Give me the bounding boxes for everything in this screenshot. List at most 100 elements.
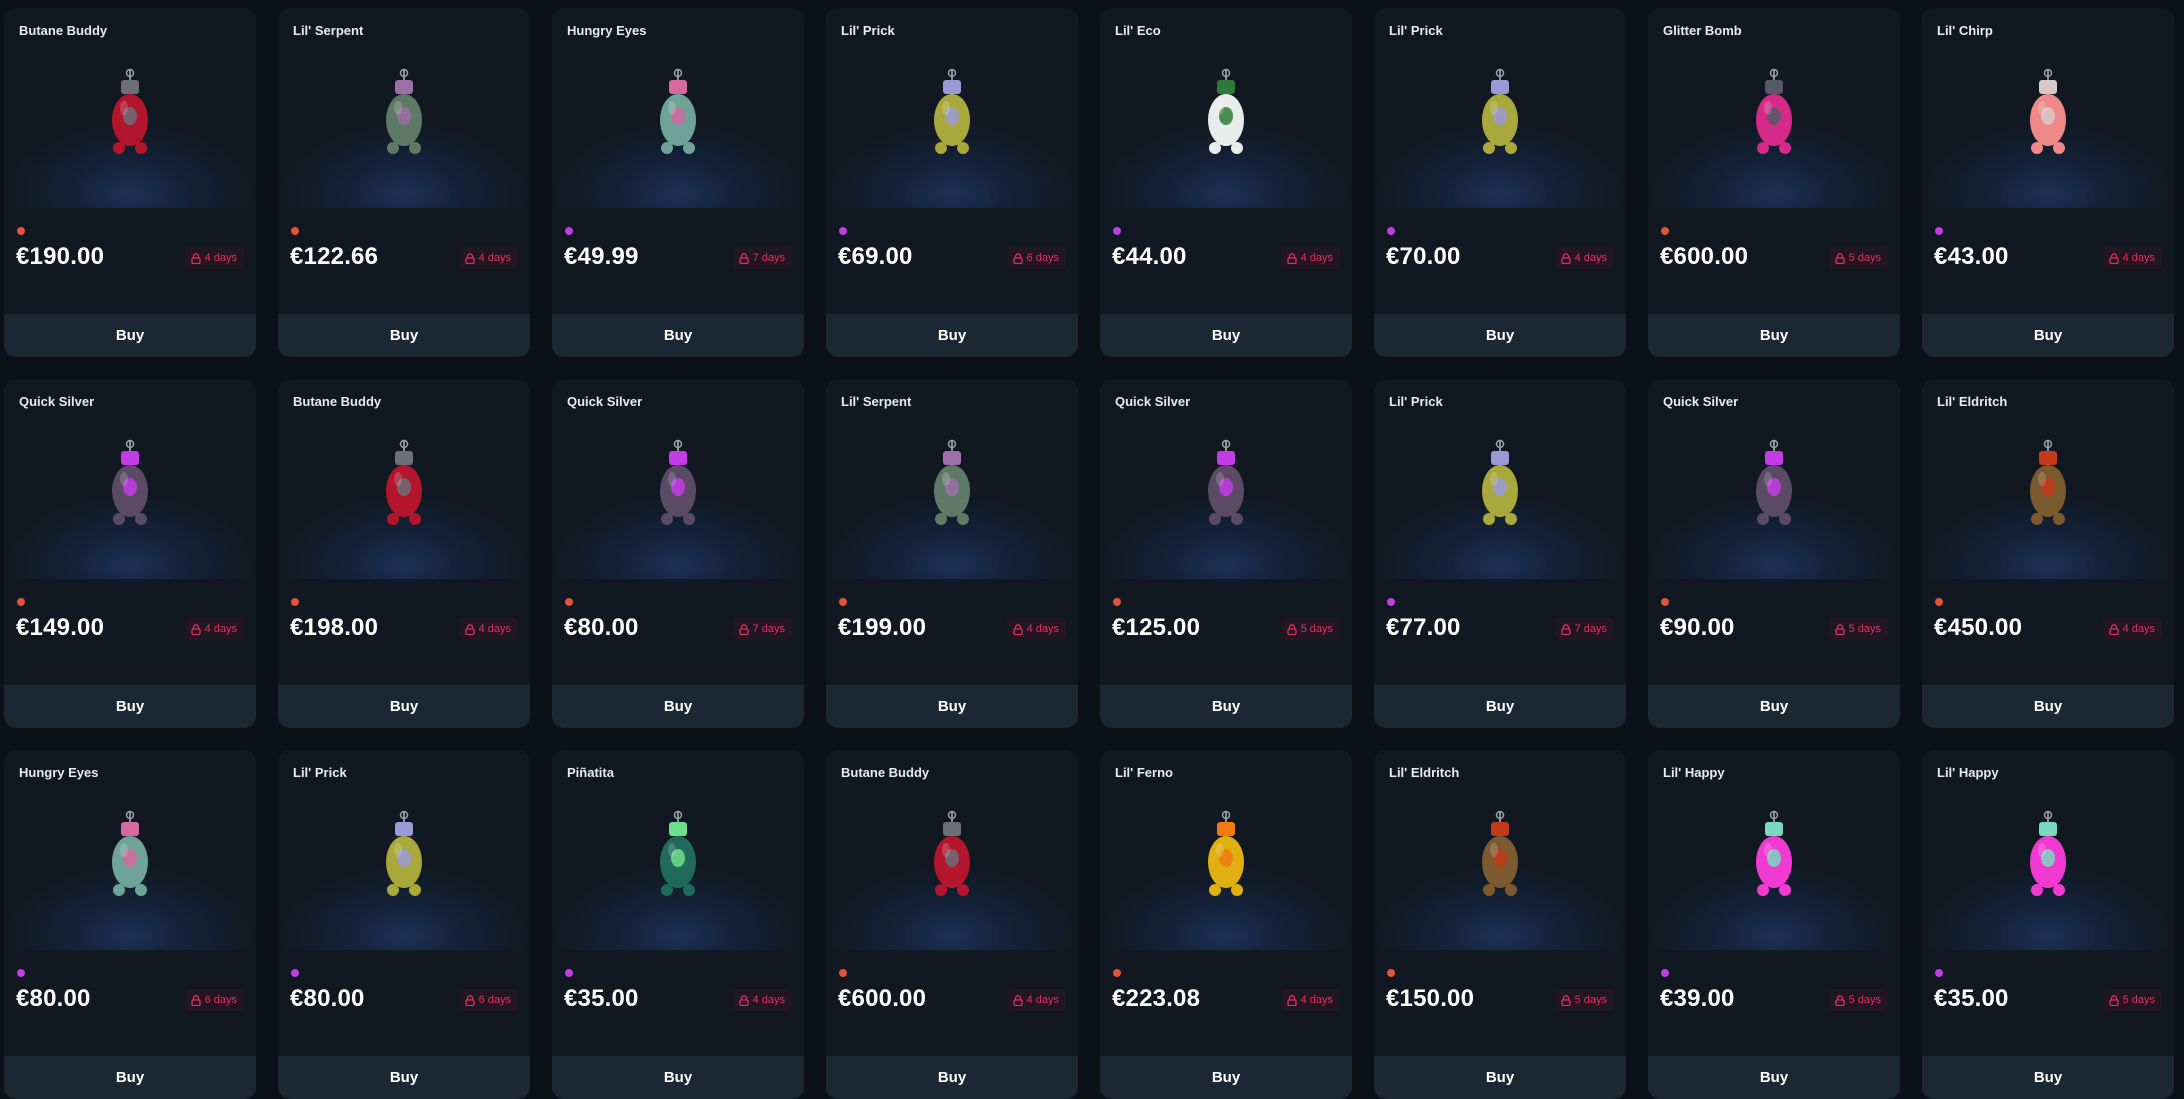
lock-duration: 4 days [478,623,511,635]
lock-icon [1286,623,1297,635]
listing-card[interactable]: Lil' Prick €77.00 7 days Buy [1374,379,1626,728]
listing-card[interactable]: Quick Silver €90.00 5 days Buy [1648,379,1900,728]
listing-card[interactable]: Lil' Happy €35.00 5 days Buy [1922,750,2174,1099]
trade-lock-badge: 5 days [1828,989,1888,1011]
item-image[interactable] [1100,750,1352,950]
lock-duration: 6 days [478,994,511,1006]
item-image[interactable] [826,379,1078,579]
lock-icon [1834,252,1845,264]
listing-card[interactable]: Piñatita €35.00 4 days Buy [552,750,804,1099]
item-image[interactable] [278,750,530,950]
listing-card[interactable]: Quick Silver €125.00 5 days Buy [1100,379,1352,728]
buy-button[interactable]: Buy [552,685,804,728]
item-image[interactable] [4,750,256,950]
item-price: €80.00 [564,614,639,641]
item-image[interactable] [552,8,804,208]
rarity-indicator [17,969,25,977]
item-image[interactable] [1648,750,1900,950]
item-image[interactable] [826,8,1078,208]
listing-card[interactable]: Lil' Serpent €122.66 4 days Buy [278,8,530,357]
item-image[interactable] [1922,379,2174,579]
buy-button[interactable]: Buy [4,314,256,357]
buy-button[interactable]: Buy [1100,314,1352,357]
item-image[interactable] [1922,750,2174,950]
buy-button[interactable]: Buy [1648,314,1900,357]
item-image[interactable] [1648,8,1900,208]
listing-card[interactable]: Butane Buddy €198.00 4 days Buy [278,379,530,728]
buy-button[interactable]: Buy [1100,685,1352,728]
listing-card[interactable]: Lil' Eldritch €450.00 4 days Buy [1922,379,2174,728]
listing-card[interactable]: Hungry Eyes €49.99 7 days Buy [552,8,804,357]
item-image[interactable] [1648,379,1900,579]
item-image[interactable] [1374,8,1626,208]
rarity-indicator [1935,227,1943,235]
listing-card[interactable]: Lil' Eldritch €150.00 5 days Buy [1374,750,1626,1099]
buy-button[interactable]: Buy [826,685,1078,728]
buy-button[interactable]: Buy [278,314,530,357]
buy-button[interactable]: Buy [552,1056,804,1099]
buy-button[interactable]: Buy [1374,685,1626,728]
buy-button[interactable]: Buy [1374,314,1626,357]
lock-icon [1286,994,1297,1006]
buy-button[interactable]: Buy [4,1056,256,1099]
item-image[interactable] [1374,750,1626,950]
trade-lock-badge: 4 days [732,989,792,1011]
buy-button[interactable]: Buy [278,685,530,728]
item-name: Hungry Eyes [19,765,99,780]
buy-button[interactable]: Buy [826,1056,1078,1099]
trade-lock-badge: 4 days [184,618,244,640]
listing-card[interactable]: Lil' Happy €39.00 5 days Buy [1648,750,1900,1099]
listing-card[interactable]: Lil' Eco €44.00 4 days Buy [1100,8,1352,357]
item-image[interactable] [1922,8,2174,208]
listing-card[interactable]: Glitter Bomb €600.00 5 days Buy [1648,8,1900,357]
lock-duration: 5 days [2122,994,2155,1006]
buy-button[interactable]: Buy [1922,314,2174,357]
trade-lock-badge: 5 days [1828,247,1888,269]
item-name: Piñatita [567,765,614,780]
lock-duration: 4 days [1026,994,1059,1006]
item-image[interactable] [4,379,256,579]
listing-card[interactable]: Lil' Prick €69.00 6 days Buy [826,8,1078,357]
item-image[interactable] [4,8,256,208]
buy-button[interactable]: Buy [1648,1056,1900,1099]
buy-button[interactable]: Buy [1374,1056,1626,1099]
listing-card[interactable]: Lil' Chirp €43.00 4 days Buy [1922,8,2174,357]
listing-card[interactable]: Hungry Eyes €80.00 6 days Buy [4,750,256,1099]
listing-card[interactable]: Butane Buddy €190.00 4 days Buy [4,8,256,357]
buy-button[interactable]: Buy [1100,1056,1352,1099]
item-image[interactable] [1374,379,1626,579]
listing-card[interactable]: Lil' Ferno €223.08 4 days Buy [1100,750,1352,1099]
listing-card[interactable]: Lil' Prick €80.00 6 days Buy [278,750,530,1099]
lock-icon [190,252,201,264]
rarity-indicator [1113,969,1121,977]
buy-button[interactable]: Buy [1922,685,2174,728]
item-image[interactable] [552,379,804,579]
listing-card[interactable]: Butane Buddy €600.00 4 days Buy [826,750,1078,1099]
buy-button[interactable]: Buy [826,314,1078,357]
charm-figure-icon [1756,68,1792,154]
item-image[interactable] [1100,8,1352,208]
buy-button[interactable]: Buy [552,314,804,357]
item-image[interactable] [278,8,530,208]
item-image[interactable] [826,750,1078,950]
lock-duration: 4 days [1574,252,1607,264]
buy-button[interactable]: Buy [278,1056,530,1099]
buy-button[interactable]: Buy [4,685,256,728]
item-image[interactable] [278,379,530,579]
listing-card[interactable]: Lil' Serpent €199.00 4 days Buy [826,379,1078,728]
buy-button[interactable]: Buy [1648,685,1900,728]
item-name: Lil' Eco [1115,23,1161,38]
trade-lock-badge: 4 days [1006,618,1066,640]
rarity-indicator [1387,969,1395,977]
item-image[interactable] [552,750,804,950]
listing-card[interactable]: Quick Silver €149.00 4 days Buy [4,379,256,728]
lock-duration: 5 days [1848,994,1881,1006]
trade-lock-badge: 4 days [184,247,244,269]
item-image[interactable] [1100,379,1352,579]
charm-figure-icon [1482,68,1518,154]
listing-card[interactable]: Lil' Prick €70.00 4 days Buy [1374,8,1626,357]
listing-card[interactable]: Quick Silver €80.00 7 days Buy [552,379,804,728]
lock-duration: 4 days [1026,623,1059,635]
item-price: €122.66 [290,243,379,270]
buy-button[interactable]: Buy [1922,1056,2174,1099]
